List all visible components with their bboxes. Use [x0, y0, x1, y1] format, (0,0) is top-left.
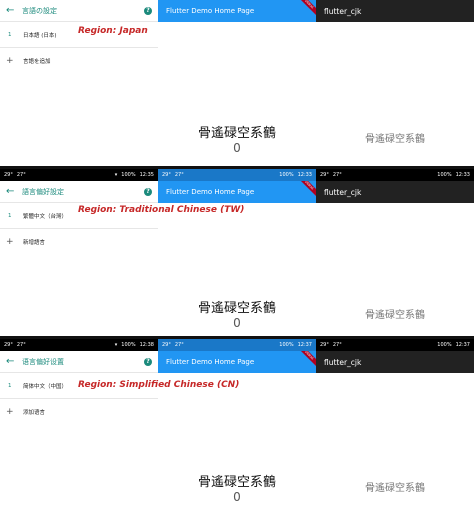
- status-bar: 29° 27° 100% 12:33: [158, 169, 316, 181]
- settings-header: ← 语言偏好设置 ?: [0, 351, 158, 373]
- back-arrow-icon[interactable]: ←: [6, 186, 22, 197]
- add-language-label: 言語を追加: [23, 59, 51, 65]
- cjk-app-title: flutter_cjk: [324, 6, 362, 16]
- cjk-sample-text: 骨遙碌空系鶴: [197, 475, 276, 490]
- counter-value: 0: [233, 141, 241, 155]
- cjk-app-title: flutter_cjk: [324, 187, 362, 197]
- flutter-app-title: Flutter Demo Home Page: [166, 358, 255, 366]
- plus-icon: +: [6, 407, 14, 417]
- settings-title: 言語の設定: [22, 6, 57, 15]
- status-bar: 29° 27° 100% 12:33: [316, 169, 474, 181]
- status-time: 12:37: [297, 342, 312, 348]
- region-label: Region: Simplified Chinese (CN): [78, 380, 240, 390]
- wifi-icon: ▾: [114, 172, 118, 178]
- help-icon[interactable]: ?: [144, 6, 152, 15]
- plus-icon: +: [6, 56, 14, 66]
- language-index: 1: [8, 382, 12, 389]
- add-language-label: 新增語言: [23, 240, 46, 246]
- add-language-button[interactable]: + 言語を追加: [0, 48, 158, 74]
- status-bar: 29° 27° ▾ 100% 12:38: [0, 339, 158, 351]
- region-label: Region: Traditional Chinese (TW): [78, 205, 245, 215]
- cjk-app-bar: flutter_cjk: [316, 181, 474, 203]
- status-time: 12:35: [139, 172, 154, 178]
- debug-banner: DEBUG: [296, 351, 316, 368]
- status-time: 12:37: [455, 342, 470, 348]
- language-name: 简体中文（中国）: [23, 383, 68, 390]
- flutter-app-bar: Flutter Demo Home Page DEBUG: [158, 0, 316, 22]
- status-time: 12:33: [455, 172, 470, 178]
- cjk-sample-text-side: 骨遙碌空系鶴: [365, 134, 425, 145]
- settings-header: ← 言語の設定 ?: [0, 0, 158, 22]
- cjk-sample-text: 骨遙碌空系鶴: [197, 301, 276, 316]
- row-traditional-chinese: 29° 27° ▾ 100% 12:35 29° 27° 100% 12:33 29° 27…: [0, 169, 474, 338]
- language-index: 1: [8, 31, 12, 38]
- status-bar: 29° 27° ▾ 100% 12:35: [0, 169, 158, 181]
- cjk-app-bar: flutter_cjk: [316, 0, 474, 22]
- back-arrow-icon[interactable]: ←: [6, 5, 22, 16]
- help-icon[interactable]: ?: [144, 187, 152, 196]
- language-name: 日本語 (日本): [23, 32, 57, 39]
- flutter-app-title: Flutter Demo Home Page: [166, 188, 255, 196]
- language-index: 1: [8, 212, 12, 219]
- cjk-sample-text-side: 骨遙碌空系鶴: [365, 310, 425, 321]
- status-time: 12:33: [297, 172, 312, 178]
- help-icon[interactable]: ?: [144, 357, 152, 366]
- row-japan: ← 言語の設定 ? 1 日本語 (日本) + 言語を追加 Flutter Dem…: [0, 0, 474, 168]
- debug-banner: DEBUG: [296, 0, 316, 17]
- cjk-app-title: flutter_cjk: [324, 357, 362, 367]
- region-label: Region: Japan: [78, 26, 148, 36]
- flutter-app-bar: Flutter Demo Home Page DEBUG: [158, 181, 316, 203]
- add-language-label: 添加语言: [23, 410, 46, 416]
- add-language-button[interactable]: + 添加语言: [0, 399, 158, 425]
- cjk-sample-text-side: 骨遙碌空系鶴: [365, 483, 425, 494]
- language-settings-panel: ← 語言偏好設定 ? 1 繁體中文（台灣） + 新增語言: [0, 181, 158, 255]
- language-settings-panel: ← 言語の設定 ? 1 日本語 (日本) + 言語を追加: [0, 0, 158, 74]
- add-language-button[interactable]: + 新增語言: [0, 229, 158, 255]
- flutter-app-title: Flutter Demo Home Page: [166, 7, 255, 15]
- plus-icon: +: [6, 237, 14, 247]
- debug-banner: DEBUG: [296, 181, 316, 198]
- counter-value: 0: [233, 316, 241, 330]
- status-time: 12:38: [139, 342, 154, 348]
- back-arrow-icon[interactable]: ←: [6, 356, 22, 367]
- flutter-app-bar: Flutter Demo Home Page DEBUG: [158, 351, 316, 373]
- settings-title: 語言偏好設定: [22, 187, 64, 196]
- row-simplified-chinese: 29° 27° ▾ 100% 12:38 29° 27° 100% 12:37 29° 27…: [0, 339, 474, 524]
- status-bar: 29° 27° 100% 12:37: [158, 339, 316, 351]
- settings-header: ← 語言偏好設定 ?: [0, 181, 158, 203]
- wifi-icon: ▾: [114, 342, 118, 348]
- settings-title: 语言偏好设置: [22, 357, 64, 366]
- status-bar: 29° 27° 100% 12:37: [316, 339, 474, 351]
- cjk-app-bar: flutter_cjk: [316, 351, 474, 373]
- counter-value: 0: [233, 490, 241, 504]
- cjk-sample-text: 骨遙碌空系鶴: [197, 126, 276, 141]
- language-name: 繁體中文（台灣）: [23, 213, 68, 220]
